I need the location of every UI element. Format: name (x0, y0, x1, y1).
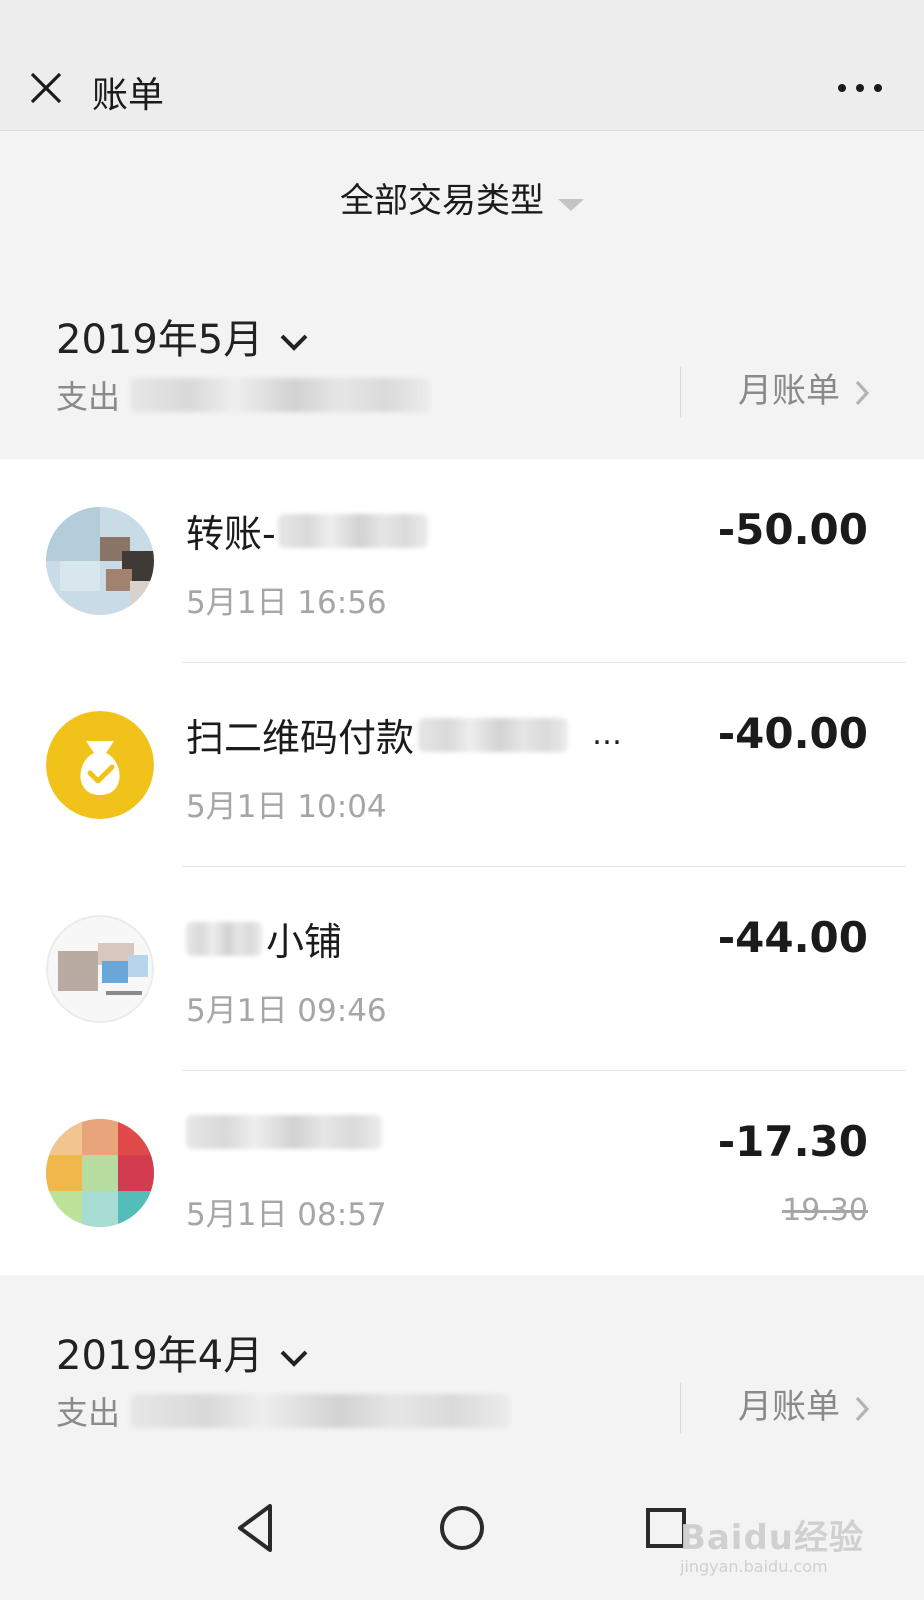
filter-label: 全部交易类型 (340, 181, 544, 221)
merchant-avatar (46, 1119, 154, 1227)
transaction-amount: -44.00 (717, 913, 868, 962)
transaction-row[interactable]: 转账- 5月1日 16:56 -50.00 (0, 459, 924, 663)
chevron-down-icon (280, 334, 308, 351)
transaction-time: 5月1日 08:57 (186, 1197, 387, 1233)
divider (680, 1383, 681, 1433)
title-bar: 账单 (0, 14, 924, 131)
blurred-name (277, 513, 428, 548)
more-button[interactable] (836, 80, 884, 96)
close-icon (30, 72, 62, 104)
month-title: 2019年5月 (56, 317, 264, 363)
chevron-right-icon (855, 380, 870, 405)
transaction-name-row (186, 1115, 382, 1149)
chevron-down-icon (280, 1350, 308, 1367)
month-header: 2019年5月 支出 月账单 (0, 259, 924, 459)
baidu-jingyan-watermark: Baidu经验 jingyan.baidu.com (679, 1518, 864, 1576)
monthly-bill-link[interactable]: 月账单 (738, 1379, 870, 1428)
transaction-row[interactable]: 5月1日 08:57 -17.30 19.30 (0, 1071, 924, 1275)
close-button[interactable] (26, 68, 66, 108)
original-amount: 19.30 (782, 1193, 868, 1228)
transaction-amount: -50.00 (717, 505, 868, 554)
blurred-expense-amount (130, 378, 431, 412)
divider (680, 367, 681, 417)
blurred-name (186, 921, 262, 956)
money-bag-icon (46, 711, 154, 819)
page-title: 账单 (92, 75, 165, 116)
month-header: 2019年4月 支出 月账单 (0, 1275, 924, 1475)
chevron-right-icon (855, 1396, 870, 1421)
monthly-bill-label: 月账单 (738, 371, 840, 411)
monthly-bill-link[interactable]: 月账单 (738, 363, 870, 412)
expense-label: 支出 (56, 378, 121, 416)
month-expense: 支出 (56, 1387, 511, 1435)
shop-avatar (46, 915, 154, 1023)
nav-back-button[interactable] (226, 1498, 286, 1558)
filter-bar: 全部交易类型 (0, 131, 924, 259)
transaction-time: 5月1日 09:46 (186, 993, 387, 1029)
recents-square-icon (646, 1508, 686, 1548)
more-icon (838, 84, 882, 92)
transaction-amount: -17.30 (717, 1117, 868, 1166)
transaction-name: 扫二维码付款 (186, 716, 415, 760)
transaction-time: 5月1日 16:56 (186, 585, 387, 621)
transaction-name-row: 转账- (186, 503, 428, 558)
monthly-bill-label: 月账单 (738, 1387, 840, 1427)
contact-avatar (46, 507, 154, 615)
name-ellipsis: … (592, 717, 623, 752)
transaction-name: 小铺 (266, 920, 343, 964)
system-navigation-bar: Baidu经验 jingyan.baidu.com (0, 1460, 924, 1600)
month-picker[interactable]: 2019年5月 (56, 307, 309, 365)
transaction-row[interactable]: 扫二维码付款 … 5月1日 10:04 -40.00 (0, 663, 924, 867)
transaction-amount: -40.00 (717, 709, 868, 758)
home-circle-icon (440, 1506, 484, 1550)
month-title: 2019年4月 (56, 1333, 264, 1379)
transaction-row[interactable]: 小铺 5月1日 09:46 -44.00 (0, 867, 924, 1071)
nav-recents-button[interactable] (636, 1498, 696, 1558)
transaction-list: 转账- 5月1日 16:56 -50.00 扫二维码付款 … 5月1日 10:0… (0, 459, 924, 1275)
transaction-type-filter[interactable]: 全部交易类型 (0, 173, 924, 222)
transaction-name-row: 扫二维码付款 … (186, 707, 622, 762)
transaction-time: 5月1日 10:04 (186, 789, 387, 825)
blurred-expense-amount (130, 1394, 511, 1428)
blurred-name (418, 717, 569, 752)
transaction-name-row: 小铺 (186, 911, 342, 966)
back-triangle-icon (238, 1504, 272, 1552)
month-picker[interactable]: 2019年4月 (56, 1323, 309, 1381)
blurred-name (186, 1115, 382, 1149)
nav-home-button[interactable] (432, 1498, 492, 1558)
expense-label: 支出 (56, 1394, 121, 1432)
status-bar (0, 0, 924, 14)
month-expense: 支出 (56, 371, 431, 419)
caret-down-icon (558, 198, 584, 217)
transaction-name: 转账- (186, 512, 276, 556)
